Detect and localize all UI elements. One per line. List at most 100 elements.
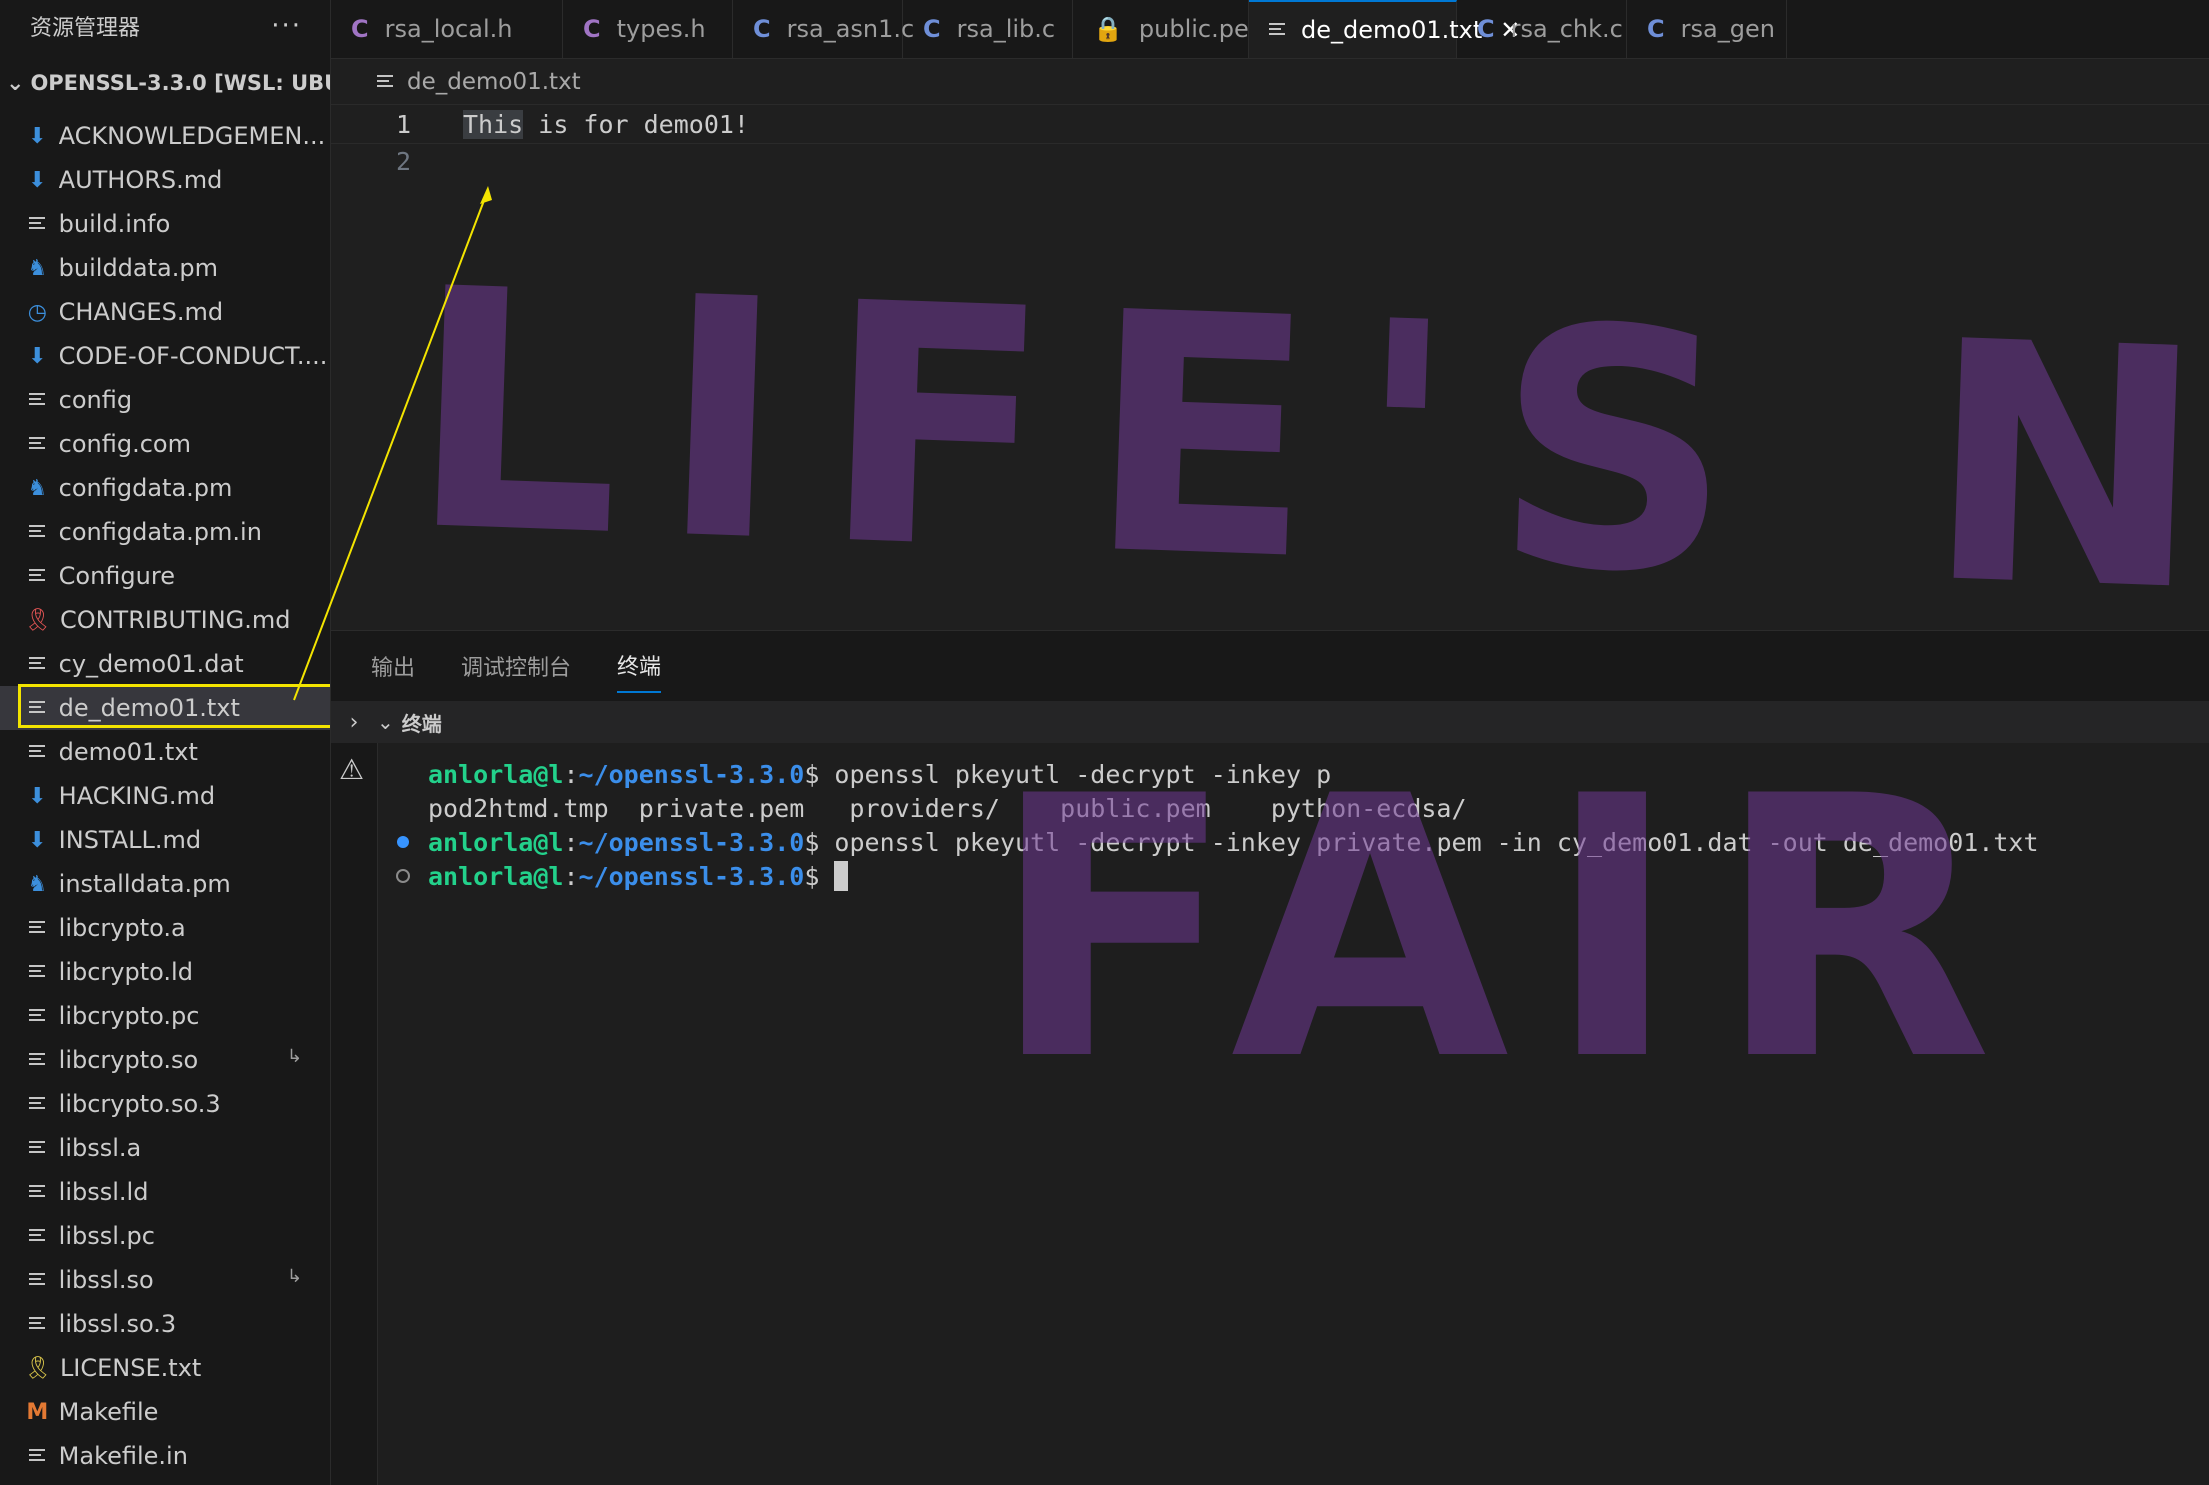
file-item[interactable]: libcrypto.ld (0, 950, 330, 994)
command-status-icon[interactable] (378, 869, 428, 883)
warning-icon[interactable]: ⚠ (339, 753, 364, 786)
perl-camel-icon: ♞ (27, 475, 48, 501)
file-item[interactable]: ♞ configdata.pm (0, 466, 330, 510)
prompt-path: ~/openssl-3.3.0 (578, 861, 805, 891)
file-item[interactable]: de_demo01.txt (0, 684, 330, 730)
file-item[interactable]: ⬇ HACKING.md (0, 774, 330, 818)
file-name: libssl.pc (58, 1222, 155, 1250)
markdown-download-icon: ⬇ (28, 167, 47, 193)
file-item[interactable]: libssl.a (0, 1126, 330, 1170)
breadcrumb-file[interactable]: de_demo01.txt (407, 69, 581, 95)
file-item[interactable]: Configure (0, 554, 330, 598)
file-item[interactable]: demo01.txt (0, 730, 330, 774)
text-file-icon (24, 1310, 51, 1338)
tab-output[interactable]: 输出 (371, 640, 415, 692)
tab-rsa-chk-c[interactable]: Crsa_chk.c (1457, 0, 1627, 58)
chevron-right-icon[interactable]: › (331, 710, 377, 735)
file-item[interactable]: cy_demo01.dat (0, 642, 330, 686)
text-file-icon (24, 1090, 51, 1118)
tab-rsa-gen[interactable]: Crsa_gen (1627, 0, 1787, 58)
file-item[interactable]: build.info (0, 202, 330, 246)
terminal-cursor[interactable] (834, 861, 849, 891)
file-item[interactable]: libcrypto.so.3 (0, 1082, 330, 1126)
text-file-icon (24, 386, 51, 414)
file-name: configdata.pm (58, 474, 233, 502)
file-item[interactable]: 🎗 CONTRIBUTING.md (0, 598, 330, 642)
tab-public-pem[interactable]: 🔒 public.pem (1073, 0, 1272, 58)
file-item[interactable]: libssl.so ↳ (0, 1258, 330, 1302)
tab-rsa-asn1-c[interactable]: Crsa_asn1.c (733, 0, 914, 58)
tab-rsa-lib-c[interactable]: Crsa_lib.c (903, 0, 1073, 58)
tab-de-demo01-txt[interactable]: de_demo01.txt ✕ (1249, 0, 1520, 58)
file-name: libcrypto.pc (58, 1002, 200, 1030)
file-item[interactable]: libssl.so.3 (0, 1302, 330, 1346)
chevron-down-icon[interactable]: ⌄ (377, 710, 394, 734)
code-line[interactable]: 1 This is for demo01! (331, 104, 2209, 144)
file-name: config (58, 386, 133, 414)
perl-camel-icon: ♞ (27, 871, 48, 897)
tab-debug-console[interactable]: 调试控制台 (461, 640, 571, 692)
more-actions-icon[interactable]: ··· (271, 11, 302, 41)
terminal-title: 终端 (401, 711, 442, 736)
tab-rsa-local-h[interactable]: Crsa_local.h (331, 0, 563, 58)
prompt-user: anlorla@l (428, 827, 564, 857)
tab-types-h[interactable]: Ctypes.h (563, 0, 733, 58)
text-file-icon (24, 694, 51, 722)
file-name: installdata.pm (58, 870, 231, 898)
markdown-download-icon: ⬇ (28, 123, 47, 149)
chevron-down-icon[interactable]: ⌄ (6, 71, 24, 96)
license-icon: 🎗 (24, 1355, 52, 1381)
file-name: cy_demo01.dat (58, 650, 244, 678)
prompt-path: ~/openssl-3.3.0 (578, 759, 805, 789)
code-editor[interactable]: 1 This is for demo01! 2 (331, 104, 2209, 624)
breadcrumb[interactable]: de_demo01.txt (331, 60, 581, 104)
file-item[interactable]: ♞ installdata.pm (0, 862, 330, 906)
panel-gutter: ⚠ (331, 743, 378, 1485)
panel-tabs: 输出 调试控制台 终端 (331, 631, 2209, 701)
file-item[interactable]: ⬇ INSTALL.md (0, 818, 330, 862)
editor-tab-bar: Crsa_local.h Ctypes.h Crsa_asn1.c Crsa_lib.… (331, 0, 2209, 59)
prompt-separator: : (563, 759, 579, 789)
text-file-icon (24, 650, 51, 678)
file-item[interactable]: libcrypto.a (0, 906, 330, 950)
file-name: libcrypto.a (58, 914, 186, 942)
ribbon-icon: 🎗 (24, 607, 52, 633)
file-item[interactable]: libssl.ld (0, 1170, 330, 1214)
file-item[interactable]: ♞ builddata.pm (0, 246, 330, 290)
terminal-header[interactable]: › ⌄ 终端 (331, 701, 2209, 743)
file-item[interactable]: libcrypto.so ↳ (0, 1038, 330, 1082)
terminal-output[interactable]: anlorla@l: ~/openssl-3.3.0 $ openssl pkeyu… (378, 743, 2209, 1485)
command-status-icon[interactable] (378, 836, 428, 848)
file-item[interactable]: M Makefile (0, 1390, 330, 1434)
file-item[interactable]: ◷ CHANGES.md (0, 290, 330, 334)
file-item[interactable]: Makefile.in (0, 1434, 330, 1478)
text-file-icon (24, 738, 51, 766)
text-file-icon (24, 958, 51, 986)
text-file-icon (24, 518, 51, 546)
file-item[interactable]: libcrypto.pc (0, 994, 330, 1038)
tab-label: rsa_gen (1680, 15, 1775, 43)
file-tree: ⬇ ACKNOWLEDGEMEN... ⬇ AUTHORS.md build.info ♞… (0, 114, 330, 1478)
bottom-panel: 输出 调试控制台 终端 › ⌄ 终端 ⚠ anlorla@l: ~/openssl… (331, 630, 2209, 1485)
file-item[interactable]: configdata.pm.in (0, 510, 330, 554)
project-folder[interactable]: ⌄ OPENSSL-3.3.0 [WSL: UBU... (0, 52, 330, 114)
line-text[interactable]: This is for demo01! (463, 109, 749, 139)
text-file-icon (24, 1002, 51, 1030)
file-item[interactable]: config (0, 378, 330, 422)
project-folder-label: OPENSSL-3.3.0 [WSL: UBU... (30, 71, 330, 95)
command-text: openssl pkeyutl -decrypt -inkey p (819, 759, 1332, 789)
file-item[interactable]: config.com (0, 422, 330, 466)
file-item[interactable]: 🎗 LICENSE.txt (0, 1346, 330, 1390)
prompt-user: anlorla@l (428, 759, 564, 789)
file-item[interactable]: ⬇ AUTHORS.md (0, 158, 330, 202)
file-item[interactable]: libssl.pc (0, 1214, 330, 1258)
file-item[interactable]: ⬇ CODE-OF-CONDUCT.... (0, 334, 330, 378)
prompt-user: anlorla@l (428, 861, 564, 891)
file-item[interactable]: ⬇ ACKNOWLEDGEMEN... (0, 114, 330, 158)
tab-terminal[interactable]: 终端 (617, 639, 662, 693)
file-name: Configure (58, 562, 175, 590)
code-line[interactable]: 2 (331, 142, 463, 180)
c-header-icon: C (583, 15, 601, 43)
text-file-icon (24, 1134, 51, 1162)
file-name: configdata.pm.in (58, 518, 262, 546)
